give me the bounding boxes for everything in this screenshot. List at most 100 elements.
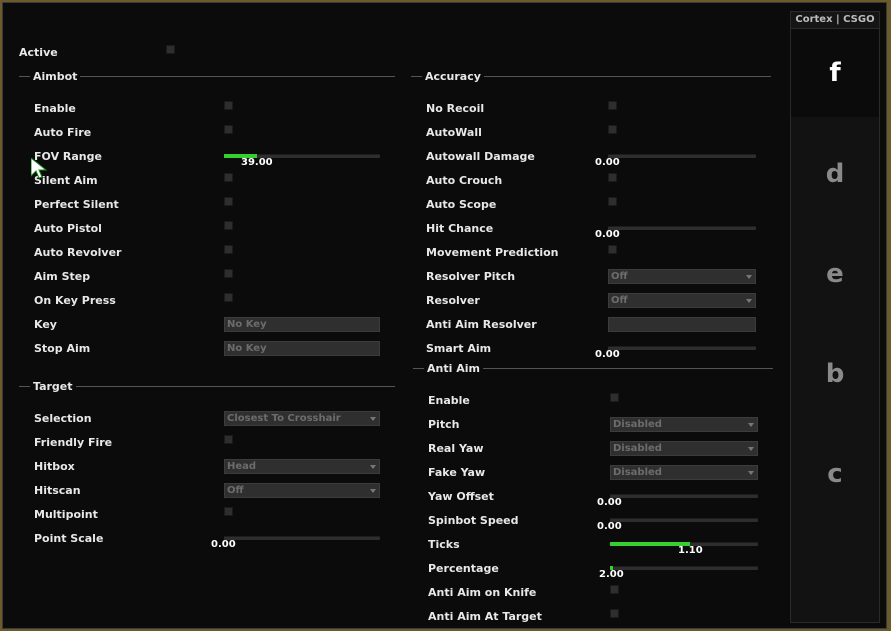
auto-scope-checkbox[interactable] (608, 197, 617, 206)
fake-yaw-dropdown[interactable]: Disabled (610, 465, 758, 480)
target-group-title: Target (30, 380, 76, 393)
hitscan-dropdown[interactable]: Off (224, 483, 380, 498)
fake-yaw-label: Fake Yaw (428, 466, 486, 479)
anti-aim-at-target-label: Anti Aim At Target (428, 610, 542, 623)
stop-aim-bind-field[interactable]: No Key (224, 341, 380, 356)
anti-aim-group-title: Anti Aim (424, 362, 483, 375)
real-yaw-dropdown[interactable]: Disabled (610, 441, 758, 456)
point-scale-slider[interactable] (224, 536, 380, 540)
hit-chance-slider[interactable] (608, 226, 756, 230)
friendly-fire-checkbox[interactable] (224, 435, 233, 444)
auto-revolver-checkbox[interactable] (224, 245, 233, 254)
point-scale-label: Point Scale (34, 532, 104, 545)
hitscan-dropdown-value: Off (227, 485, 244, 496)
perfect-silent-checkbox[interactable] (224, 197, 233, 206)
percentage-slider[interactable] (610, 566, 758, 570)
multipoint-checkbox[interactable] (224, 507, 233, 516)
mouse-cursor-icon (31, 158, 48, 179)
ticks-label: Ticks (428, 538, 460, 551)
yaw-offset-label: Yaw Offset (428, 490, 494, 503)
pitch-dropdown[interactable]: Disabled (610, 417, 758, 432)
auto-pistol-label: Auto Pistol (34, 222, 102, 235)
smart-aim-value: 0.00 (595, 349, 620, 360)
autowall-damage-value: 0.00 (595, 157, 620, 168)
tab-f[interactable]: f (791, 29, 879, 117)
tab-c[interactable]: c (791, 424, 879, 524)
auto-crouch-label: Auto Crouch (426, 174, 503, 187)
fov-range-value: 39.00 (241, 157, 273, 168)
resolver-dropdown-value: Off (611, 295, 628, 306)
selection-dropdown[interactable]: Closest To Crosshair (224, 411, 380, 426)
anti-aim-at-target-checkbox[interactable] (610, 609, 619, 618)
percentage-value: 2.00 (599, 569, 624, 580)
pitch-dropdown-value: Disabled (613, 419, 662, 430)
movement-prediction-label: Movement Prediction (426, 246, 559, 259)
aim-step-label: Aim Step (34, 270, 91, 283)
smart-aim-slider[interactable] (608, 346, 756, 350)
real-yaw-dropdown-value: Disabled (613, 443, 662, 454)
ticks-value: 1.10 (678, 545, 703, 556)
no-recoil-label: No Recoil (426, 102, 485, 115)
hitbox-label: Hitbox (34, 460, 75, 473)
aim-step-checkbox[interactable] (224, 269, 233, 278)
tab-d[interactable]: d (791, 124, 879, 224)
chevron-down-icon (370, 417, 376, 421)
spinbot-speed-value: 0.00 (597, 521, 622, 532)
resolver-pitch-dropdown[interactable]: Off (608, 269, 756, 284)
resolver-pitch-dropdown-value: Off (611, 271, 628, 282)
yaw-offset-value: 0.00 (597, 497, 622, 508)
smart-aim-label: Smart Aim (426, 342, 492, 355)
selection-label: Selection (34, 412, 92, 425)
spinbot-speed-slider[interactable] (610, 518, 758, 522)
autowall-damage-label: Autowall Damage (426, 150, 535, 163)
movement-prediction-checkbox[interactable] (608, 245, 617, 254)
stop-aim-label: Stop Aim (34, 342, 91, 355)
anti-aim-on-knife-label: Anti Aim on Knife (428, 586, 537, 599)
multipoint-label: Multipoint (34, 508, 98, 521)
pitch-label: Pitch (428, 418, 460, 431)
on-key-press-label: On Key Press (34, 294, 116, 307)
chevron-down-icon (748, 423, 754, 427)
resolver-dropdown[interactable]: Off (608, 293, 756, 308)
autowall-checkbox[interactable] (608, 125, 617, 134)
aimbot-enable-checkbox[interactable] (224, 101, 233, 110)
auto-pistol-checkbox[interactable] (224, 221, 233, 230)
selection-dropdown-value: Closest To Crosshair (227, 413, 341, 424)
active-label: Active (19, 46, 58, 59)
yaw-offset-slider[interactable] (610, 494, 758, 498)
tab-sidebar: Cortex | CSGO f d e b c (790, 11, 880, 623)
chevron-down-icon (746, 275, 752, 279)
aimbot-group-title: Aimbot (30, 70, 81, 83)
point-scale-value: 0.00 (211, 539, 236, 550)
on-key-press-checkbox[interactable] (224, 293, 233, 302)
accuracy-group-title: Accuracy (422, 70, 484, 83)
autowall-damage-slider[interactable] (608, 154, 756, 158)
anti-aim-enable-checkbox[interactable] (610, 393, 619, 402)
key-label: Key (34, 318, 57, 331)
auto-revolver-label: Auto Revolver (34, 246, 122, 259)
perfect-silent-label: Perfect Silent (34, 198, 119, 211)
chevron-down-icon (748, 447, 754, 451)
chevron-down-icon (370, 489, 376, 493)
auto-scope-label: Auto Scope (426, 198, 497, 211)
active-checkbox[interactable] (166, 45, 175, 54)
hit-chance-label: Hit Chance (426, 222, 494, 235)
auto-crouch-checkbox[interactable] (608, 173, 617, 182)
anti-aim-resolver-field[interactable] (608, 317, 756, 332)
silent-aim-checkbox[interactable] (224, 173, 233, 182)
chevron-down-icon (748, 471, 754, 475)
anti-aim-on-knife-checkbox[interactable] (610, 585, 619, 594)
friendly-fire-label: Friendly Fire (34, 436, 113, 449)
chevron-down-icon (370, 465, 376, 469)
auto-fire-checkbox[interactable] (224, 125, 233, 134)
resolver-pitch-label: Resolver Pitch (426, 270, 516, 283)
no-recoil-checkbox[interactable] (608, 101, 617, 110)
hitbox-dropdown[interactable]: Head (224, 459, 380, 474)
aimbot-enable-label: Enable (34, 102, 76, 115)
auto-fire-label: Auto Fire (34, 126, 92, 139)
hit-chance-value: 0.00 (595, 229, 620, 240)
tab-e[interactable]: e (791, 224, 879, 324)
tab-b[interactable]: b (791, 324, 879, 424)
brand-title: Cortex | CSGO (791, 12, 879, 29)
key-bind-field[interactable]: No Key (224, 317, 380, 332)
